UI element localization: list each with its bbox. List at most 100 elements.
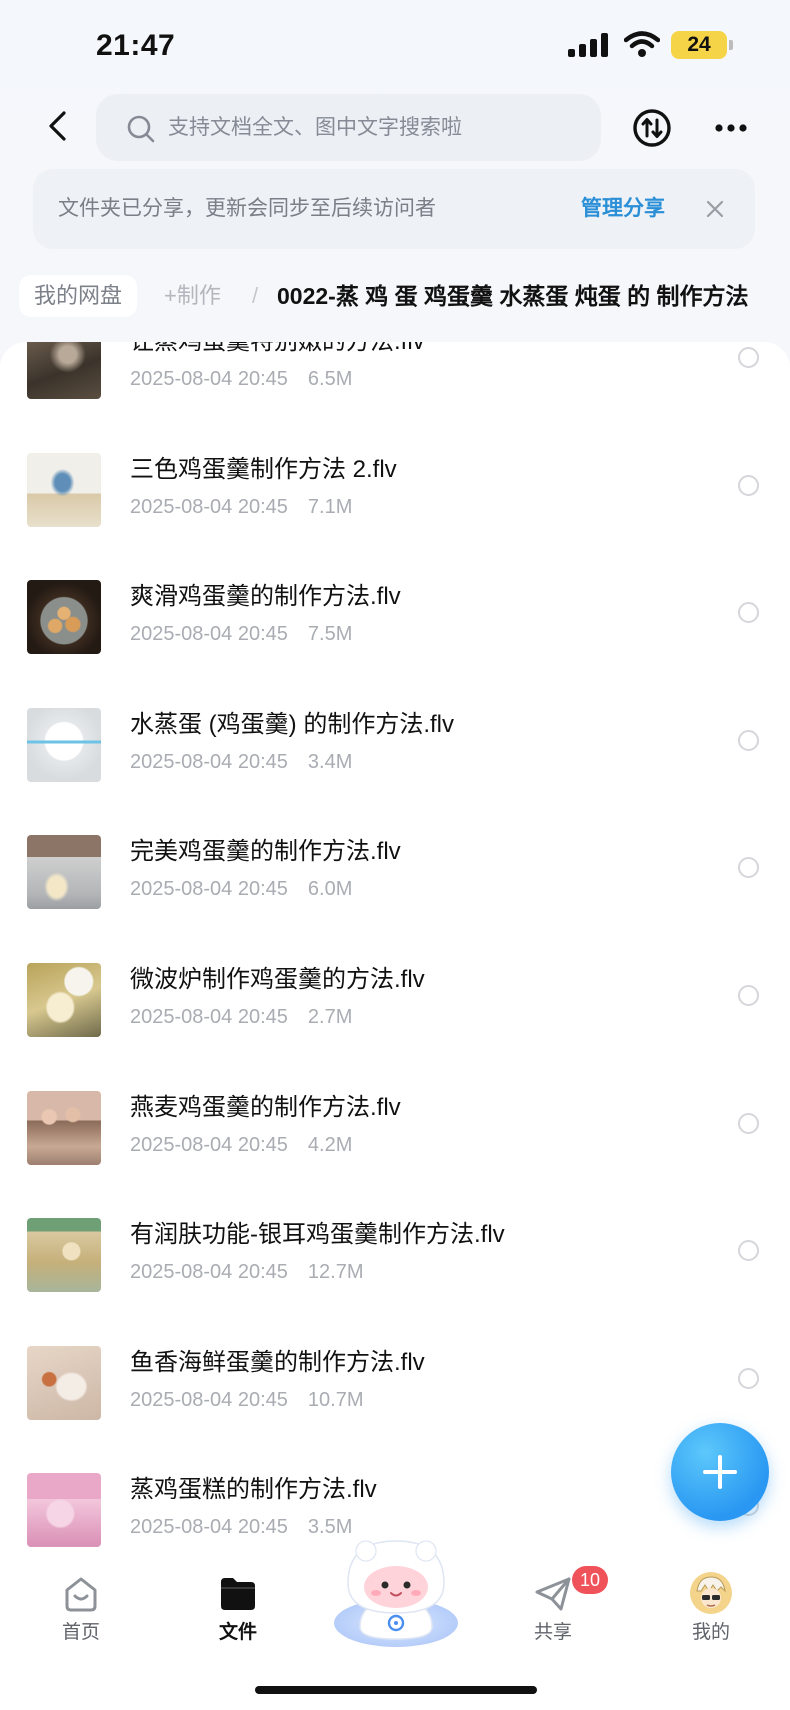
file-row[interactable]: 爽滑鸡蛋羹的制作方法.flv 2025-08-04 20:45 7.5M	[0, 567, 790, 694]
file-meta: 2025-08-04 20:45 4.2M	[130, 1131, 352, 1159]
video-thumbnail	[27, 342, 101, 399]
breadcrumb-parent[interactable]: +制作	[164, 275, 221, 317]
share-message: 文件夹已分享，更新会同步至后续访问者	[58, 197, 436, 220]
file-date: 2025-08-04 20:45	[130, 623, 288, 646]
file-size: 3.4M	[307, 750, 353, 773]
video-thumbnail	[27, 1218, 101, 1293]
video-thumbnail	[27, 707, 101, 782]
file-meta: 2025-08-04 20:45 3.4M	[130, 748, 352, 776]
sync-icon[interactable]	[632, 108, 672, 148]
breadcrumb-current: 0022-蒸 鸡 蛋 鸡蛋羹 水蒸蛋 炖蛋 的 制作方法	[277, 283, 749, 309]
nav-me[interactable]: 我的	[671, 1565, 751, 1675]
signal-bar	[590, 39, 597, 57]
manage-share-link[interactable]: 管理分享	[581, 169, 665, 249]
select-radio[interactable]	[738, 602, 759, 624]
nav-files-label: 文件	[218, 1622, 257, 1643]
nav-home-label: 首页	[61, 1622, 100, 1643]
nav-me-label: 我的	[691, 1622, 730, 1643]
file-name: 燕麦鸡蛋羹的制作方法.flv	[130, 1093, 401, 1121]
file-size: 4.2M	[307, 1133, 353, 1156]
file-meta: 2025-08-04 20:45 7.1M	[130, 493, 352, 521]
file-date: 2025-08-04 20:45	[130, 1261, 288, 1284]
video-thumbnail	[27, 1090, 101, 1165]
file-name: 三色鸡蛋羹制作方法 2.flv	[130, 455, 397, 483]
file-meta: 2025-08-04 20:45 12.7M	[130, 1258, 364, 1286]
file-date: 2025-08-04 20:45	[130, 495, 288, 518]
video-thumbnail	[27, 1473, 101, 1548]
search-icon	[127, 115, 155, 143]
file-list: 让蒸鸡蛋羹特别嫩的方法.flv 2025-08-04 20:45 6.5M 三色鸡蛋羹…	[0, 342, 790, 1710]
file-size: 6.5M	[307, 368, 353, 390]
back-icon[interactable]	[44, 110, 72, 142]
breadcrumb: 我的网盘 +制作 / 0022-蒸 鸡 蛋 鸡蛋羹 水蒸蛋 炖蛋 的 制作方法	[0, 272, 790, 320]
nav-share-label: 共享	[533, 1622, 572, 1643]
select-radio[interactable]	[738, 729, 759, 751]
select-radio[interactable]	[738, 857, 759, 879]
file-name: 完美鸡蛋羹的制作方法.flv	[130, 838, 401, 866]
file-row[interactable]: 让蒸鸡蛋羹特别嫩的方法.flv 2025-08-04 20:45 6.5M	[0, 342, 790, 439]
video-thumbnail	[27, 1345, 101, 1420]
file-date: 2025-08-04 20:45	[130, 1516, 288, 1539]
file-meta: 2025-08-04 20:45 2.7M	[130, 1003, 352, 1031]
notification-badge: 10	[572, 1566, 609, 1594]
file-size: 7.5M	[307, 623, 353, 646]
home-icon	[65, 1577, 97, 1612]
file-date: 2025-08-04 20:45	[130, 1006, 288, 1028]
file-name: 让蒸鸡蛋羹特别嫩的方法.flv	[130, 342, 425, 358]
file-row[interactable]: 三色鸡蛋羹制作方法 2.flv 2025-08-04 20:45 7.1M	[0, 440, 790, 567]
signal-bar	[579, 44, 586, 57]
select-radio[interactable]	[738, 1240, 759, 1262]
file-row[interactable]: 完美鸡蛋羹的制作方法.flv 2025-08-04 20:45 6.0M	[0, 822, 790, 949]
file-meta: 2025-08-04 20:45 10.7M	[130, 1386, 364, 1414]
file-meta: 2025-08-04 20:45 6.5M	[130, 365, 352, 393]
search-placeholder: 支持文档全文、图中文字搜索啦	[168, 116, 462, 139]
video-thumbnail	[27, 835, 101, 910]
file-name: 爽滑鸡蛋羹的制作方法.flv	[130, 583, 401, 611]
select-radio[interactable]	[738, 347, 759, 368]
signal-bar	[568, 49, 575, 57]
mascot-icon[interactable]	[326, 1531, 466, 1651]
file-name: 鱼香海鲜蛋羹的制作方法.flv	[130, 1348, 425, 1376]
file-size: 12.7M	[307, 1261, 364, 1284]
file-meta: 2025-08-04 20:45 6.0M	[130, 875, 352, 903]
wifi-icon	[624, 31, 660, 57]
file-row[interactable]: 有润肤功能-银耳鸡蛋羹制作方法.flv 2025-08-04 20:45 12.7M	[0, 1205, 790, 1332]
search-input[interactable]: 支持文档全文、图中文字搜索啦	[96, 94, 601, 161]
avatar-icon	[690, 1572, 732, 1614]
plus-icon	[718, 1455, 722, 1489]
select-radio[interactable]	[738, 1367, 759, 1389]
select-radio[interactable]	[738, 1112, 759, 1134]
file-name: 水蒸蛋 (鸡蛋羹) 的制作方法.flv	[130, 710, 454, 738]
file-row[interactable]: 鱼香海鲜蛋羹的制作方法.flv 2025-08-04 20:45 10.7M	[0, 1333, 790, 1460]
file-row[interactable]: 水蒸蛋 (鸡蛋羹) 的制作方法.flv 2025-08-04 20:45 3.4M	[0, 695, 790, 822]
status-time: 21:47	[96, 29, 176, 62]
select-radio[interactable]	[738, 985, 759, 1006]
nav-home[interactable]: 首页	[41, 1565, 121, 1675]
file-date: 2025-08-04 20:45	[130, 1133, 288, 1156]
add-button[interactable]	[671, 1423, 769, 1521]
battery-indicator: 24	[671, 31, 727, 59]
video-thumbnail	[27, 963, 101, 1037]
file-name: 蒸鸡蛋糕的制作方法.flv	[130, 1476, 377, 1504]
video-thumbnail	[27, 452, 101, 527]
file-size: 7.1M	[307, 495, 353, 518]
file-row[interactable]: 微波炉制作鸡蛋羹的方法.flv 2025-08-04 20:45 2.7M	[0, 950, 790, 1077]
select-radio[interactable]	[738, 474, 759, 496]
file-size: 2.7M	[307, 1006, 353, 1028]
file-size: 10.7M	[307, 1388, 364, 1411]
signal-bar	[601, 33, 608, 57]
more-icon[interactable]	[713, 120, 749, 136]
file-meta: 2025-08-04 20:45 7.5M	[130, 620, 352, 648]
file-date: 2025-08-04 20:45	[130, 368, 288, 390]
file-date: 2025-08-04 20:45	[130, 750, 288, 773]
nav-files[interactable]: 文件	[198, 1565, 278, 1675]
file-date: 2025-08-04 20:45	[130, 1388, 288, 1411]
folder-icon	[221, 1578, 255, 1610]
file-row[interactable]: 燕麦鸡蛋羹的制作方法.flv 2025-08-04 20:45 4.2M	[0, 1078, 790, 1205]
breadcrumb-root[interactable]: 我的网盘	[19, 275, 138, 317]
file-size: 6.0M	[307, 878, 353, 901]
close-icon[interactable]	[706, 200, 724, 218]
share-banner: 文件夹已分享，更新会同步至后续访问者 管理分享	[33, 169, 755, 249]
signal-icon	[568, 33, 608, 57]
home-indicator	[255, 1686, 537, 1694]
